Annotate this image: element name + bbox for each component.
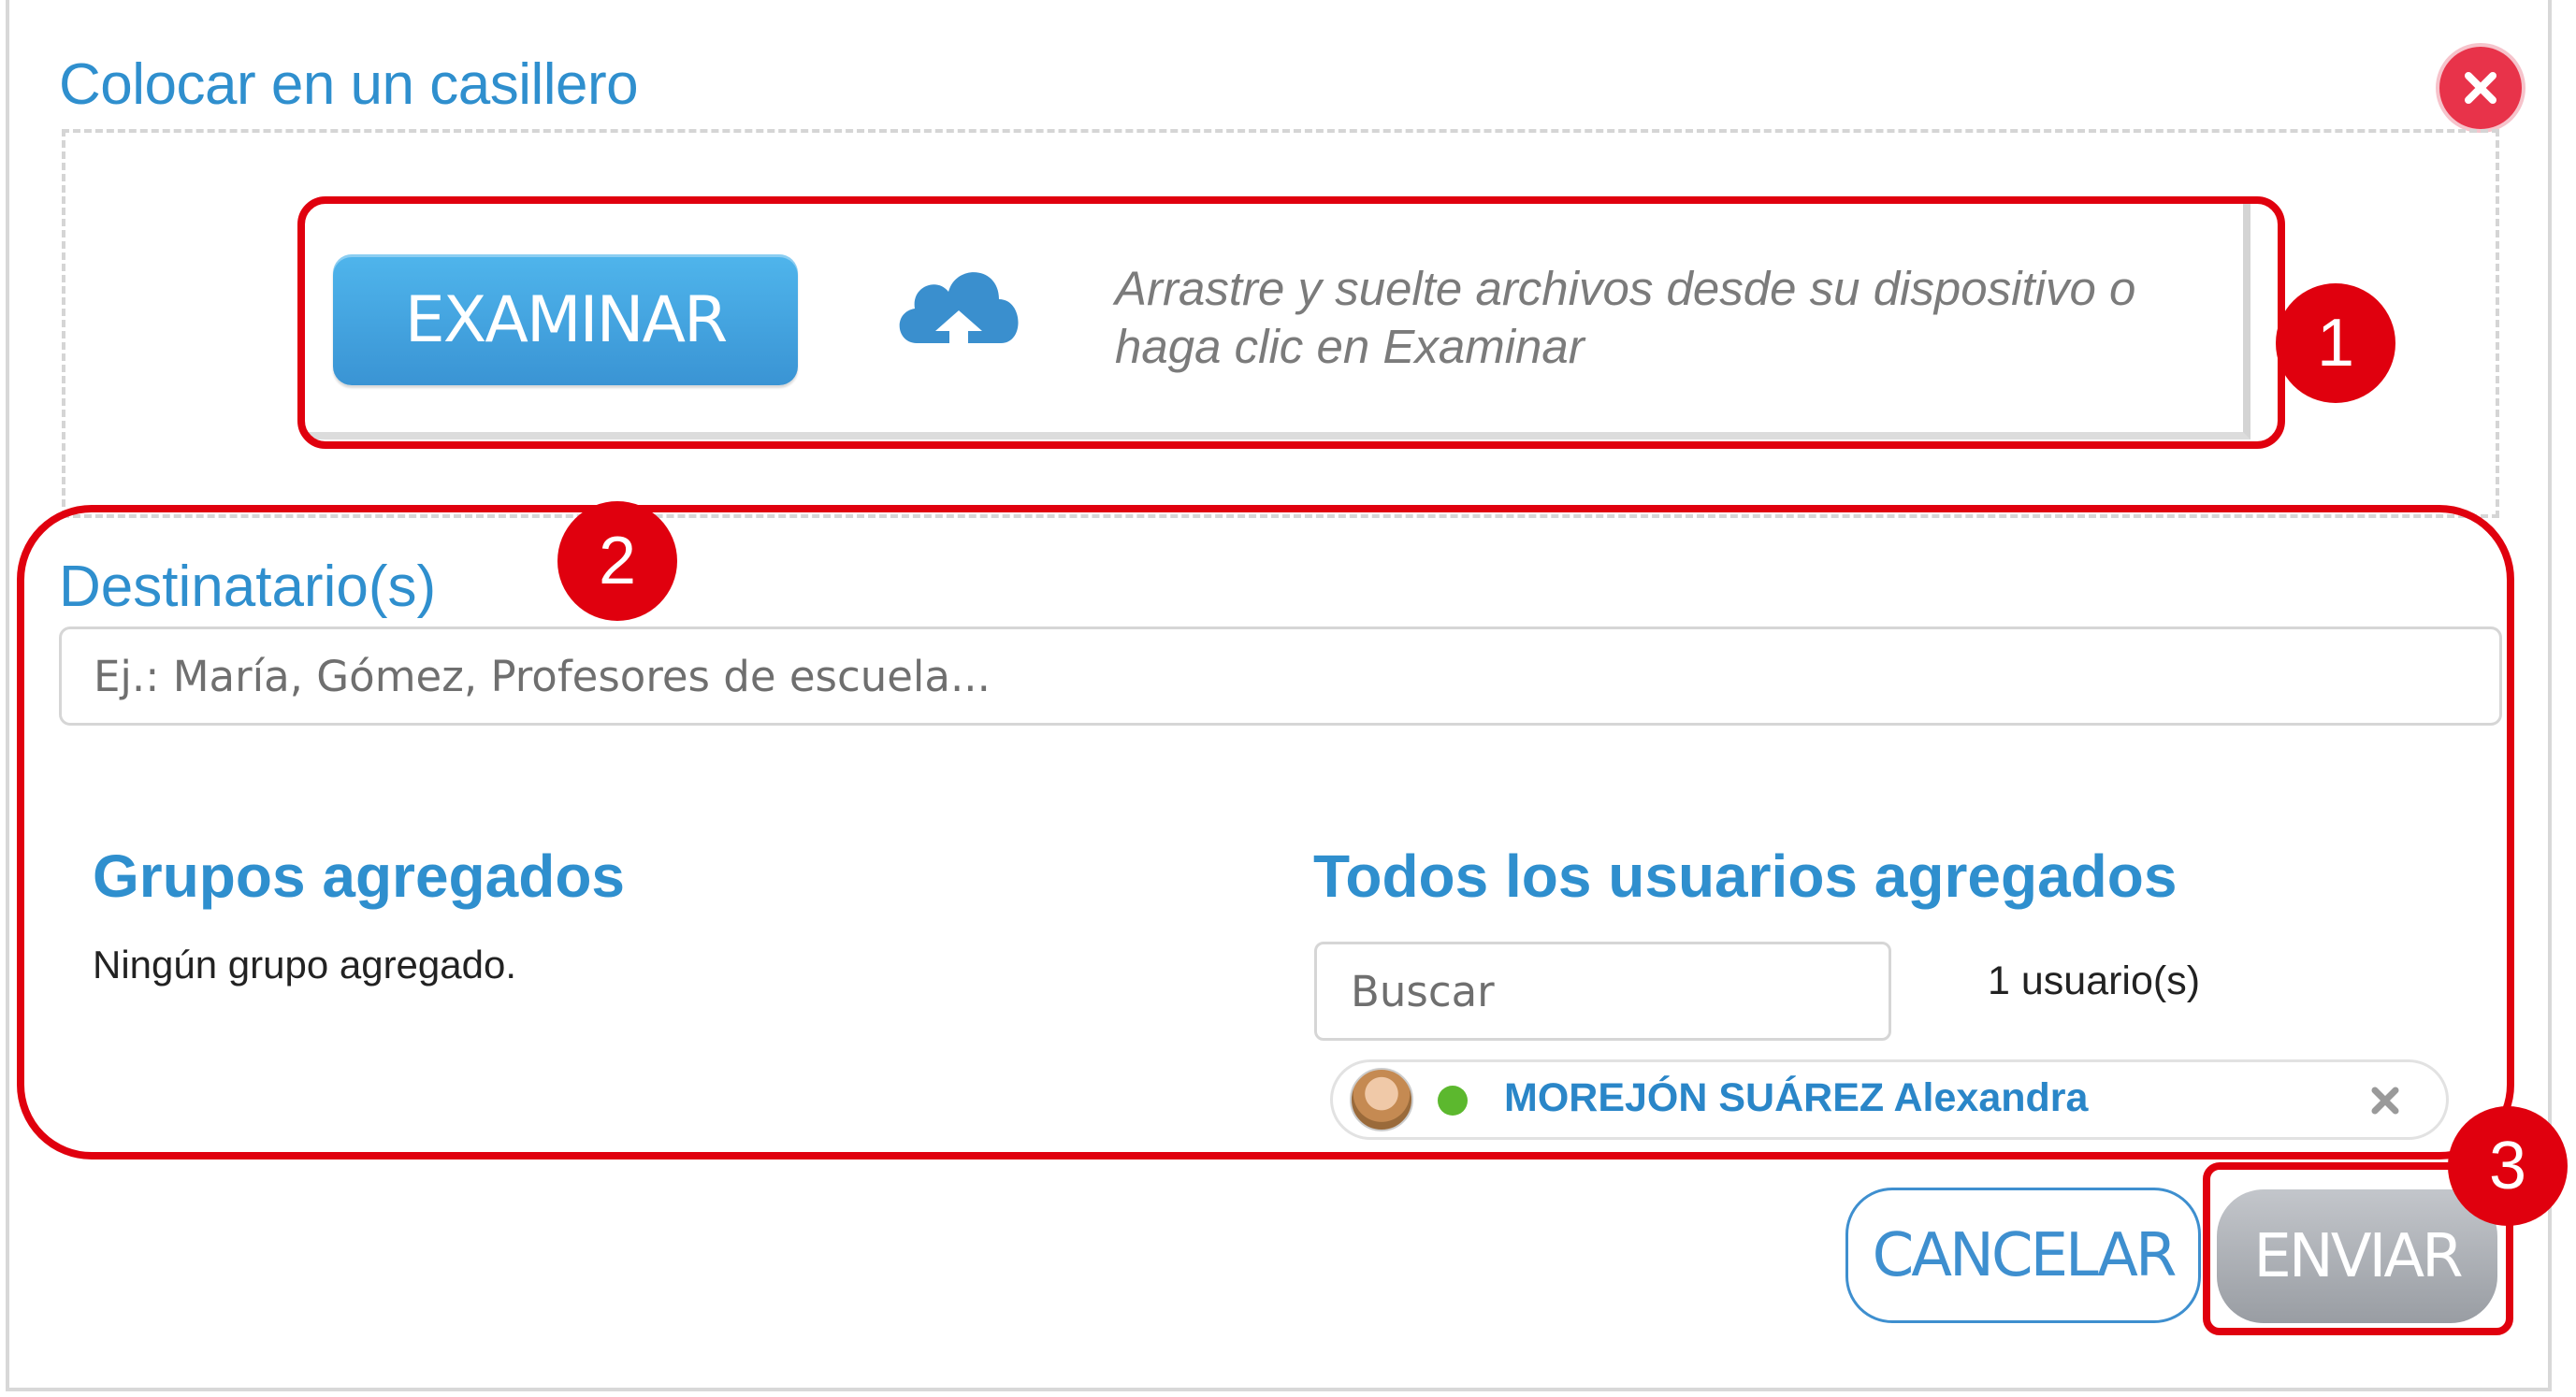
users-title: Todos los usuarios agregados xyxy=(1313,843,2178,910)
dialog-title: Colocar en un casillero xyxy=(59,52,639,117)
user-chip: MOREJÓN SUÁREZ Alexandra xyxy=(1330,1059,2449,1140)
recipients-label: Destinatario(s) xyxy=(59,554,437,619)
callout-marker-1: 1 xyxy=(2276,283,2395,403)
remove-x-icon xyxy=(2371,1087,2399,1115)
callout-marker-2: 2 xyxy=(557,501,677,621)
recipients-input[interactable] xyxy=(59,626,2502,726)
users-search-input[interactable] xyxy=(1314,942,1891,1041)
callout-marker-3: 3 xyxy=(2448,1106,2568,1226)
users-count: 1 usuario(s) xyxy=(1988,958,2201,1003)
cloud-upload-icon xyxy=(899,272,1019,359)
dropzone-hint: Arrastre y suelte archivos desde su disp… xyxy=(1115,262,2136,373)
close-button[interactable] xyxy=(2439,47,2522,129)
cancel-button[interactable]: CANCELAR xyxy=(1845,1188,2201,1323)
close-x-icon xyxy=(2465,72,2496,104)
browse-button[interactable]: EXAMINAR xyxy=(333,254,798,385)
user-name[interactable]: MOREJÓN SUÁREZ Alexandra xyxy=(1504,1075,2088,1121)
avatar xyxy=(1350,1068,1413,1131)
groups-empty-text: Ningún grupo agregado. xyxy=(93,943,517,987)
online-status-icon xyxy=(1438,1086,1468,1116)
send-button[interactable]: ENVIAR xyxy=(2217,1189,2497,1323)
groups-title: Grupos agregados xyxy=(93,843,625,910)
remove-user-button[interactable] xyxy=(2364,1079,2407,1122)
